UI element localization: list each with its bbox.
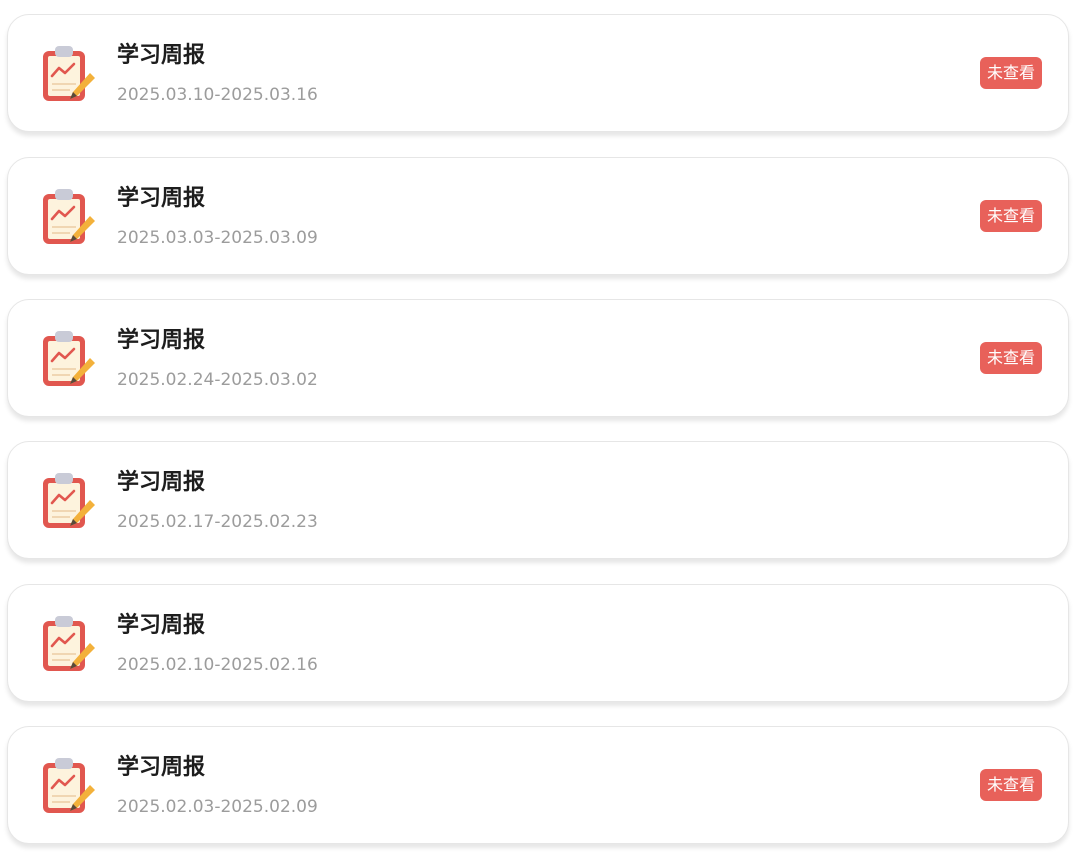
report-title: 学习周报 xyxy=(117,470,206,495)
unviewed-badge: 未查看 xyxy=(979,57,1042,89)
weekly-report-list: 学习周报 2025.03.10-2025.03.16 未查看 学习周报 2025… xyxy=(0,0,1080,854)
report-date-range: 2025.02.24-2025.03.02 xyxy=(117,370,318,390)
clipboard-chart-icon xyxy=(38,613,96,675)
report-date-range: 2025.02.03-2025.02.09 xyxy=(117,797,318,817)
report-title: 学习周报 xyxy=(117,328,206,353)
report-card[interactable]: 学习周报 2025.02.10-2025.02.16 xyxy=(7,584,1069,702)
report-card[interactable]: 学习周报 2025.02.17-2025.02.23 xyxy=(7,441,1069,559)
clipboard-chart-icon xyxy=(38,470,96,532)
report-card[interactable]: 学习周报 2025.03.10-2025.03.16 未查看 xyxy=(7,14,1069,132)
clipboard-chart-icon xyxy=(38,43,96,105)
report-date-range: 2025.02.17-2025.02.23 xyxy=(117,512,318,532)
report-date-range: 2025.03.10-2025.03.16 xyxy=(117,85,318,105)
report-title: 学习周报 xyxy=(117,613,206,638)
unviewed-badge: 未查看 xyxy=(979,342,1042,374)
clipboard-chart-icon xyxy=(38,186,96,248)
report-title: 学习周报 xyxy=(117,755,206,780)
unviewed-badge: 未查看 xyxy=(979,769,1042,801)
report-title: 学习周报 xyxy=(117,186,206,211)
unviewed-badge: 未查看 xyxy=(979,200,1042,232)
report-date-range: 2025.03.03-2025.03.09 xyxy=(117,228,318,248)
clipboard-chart-icon xyxy=(38,328,96,390)
clipboard-chart-icon xyxy=(38,755,96,817)
report-card[interactable]: 学习周报 2025.03.03-2025.03.09 未查看 xyxy=(7,157,1069,275)
report-date-range: 2025.02.10-2025.02.16 xyxy=(117,655,318,675)
report-card[interactable]: 学习周报 2025.02.03-2025.02.09 未查看 xyxy=(7,726,1069,844)
report-title: 学习周报 xyxy=(117,43,206,68)
report-card[interactable]: 学习周报 2025.02.24-2025.03.02 未查看 xyxy=(7,299,1069,417)
